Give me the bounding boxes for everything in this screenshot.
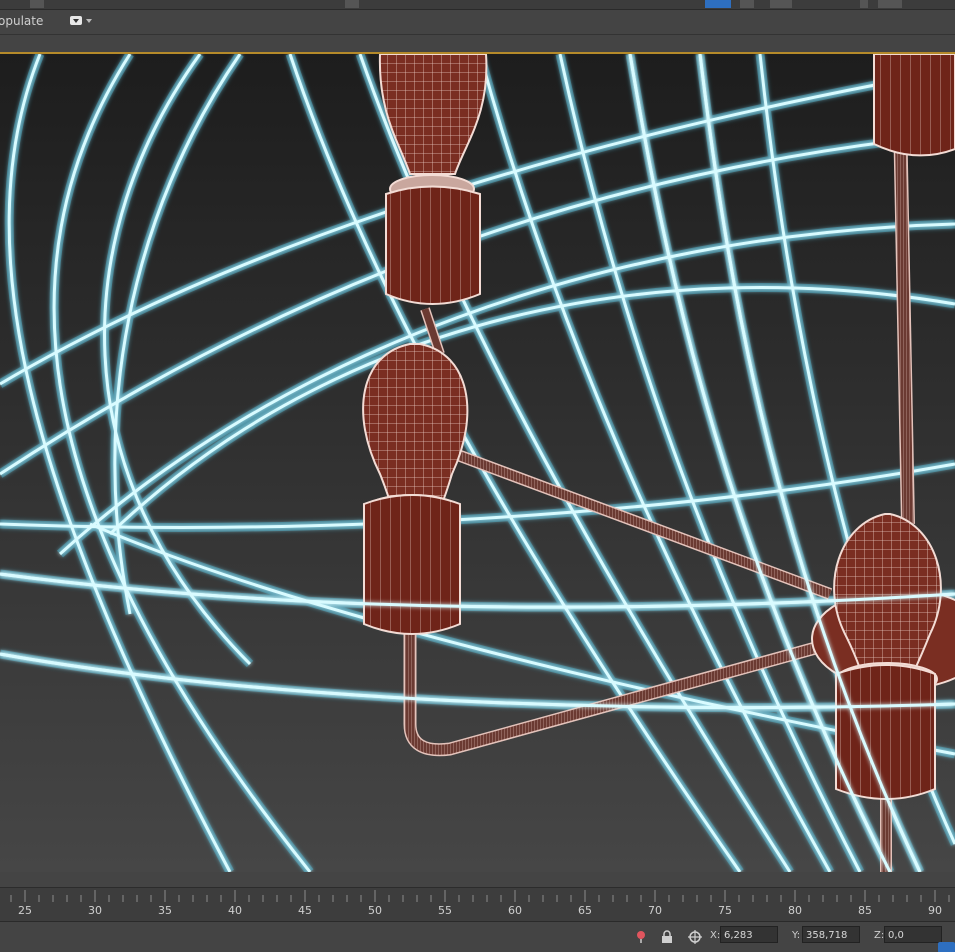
candle-bulb-right-top (873, 54, 955, 157)
status-bar: X: 6,283 Y: 358,718 Z: 0,0 (0, 921, 955, 952)
ruler-ticks (10, 890, 950, 902)
timeline-frame-label: 45 (298, 904, 312, 917)
grid-toggle-button[interactable] (938, 942, 955, 952)
toolbar-button[interactable] (345, 0, 359, 8)
toolbar-button[interactable] (860, 0, 868, 8)
timeline-frame-label: 30 (88, 904, 102, 917)
toolbar-button[interactable] (740, 0, 754, 8)
timeline-frame-label: 70 (648, 904, 662, 917)
timeline-frame-label: 25 (18, 904, 32, 917)
timeline-frame-label: 55 (438, 904, 452, 917)
timeline-ruler[interactable]: 25 30 35 40 45 50 55 60 65 70 75 80 85 90 (0, 887, 955, 922)
timeline-frame-label: 60 (508, 904, 522, 917)
main-toolbar-strip (0, 0, 955, 10)
y-coord-label: Y: (792, 930, 801, 941)
timeline-frame-label: 75 (718, 904, 732, 917)
toolbar-button[interactable] (878, 0, 902, 8)
z-coord-field[interactable]: 0,0 (884, 926, 942, 943)
perspective-viewport[interactable] (0, 52, 955, 872)
x-coord-label: X: (710, 930, 721, 941)
timeline-frame-label: 85 (858, 904, 872, 917)
toolbar-button[interactable] (30, 0, 44, 8)
z-coord-label: Z: (874, 930, 885, 941)
timeline-frame-label: 90 (928, 904, 942, 917)
toolbar-button-active[interactable] (705, 0, 731, 8)
timeline-frame-label: 40 (228, 904, 242, 917)
x-coord-field[interactable]: 6,283 (720, 926, 778, 943)
timeline-frame-label: 65 (578, 904, 592, 917)
timeline-frame-label: 80 (788, 904, 802, 917)
lock-icon[interactable] (660, 930, 674, 944)
dropdown-icon (70, 16, 82, 25)
chevron-down-icon (86, 19, 92, 23)
y-coord-field[interactable]: 358,718 (802, 926, 860, 943)
ribbon-bar: opulate (0, 10, 955, 35)
viewport-scene (0, 54, 955, 872)
absolute-mode-icon[interactable] (688, 930, 702, 944)
timeline-frame-label: 35 (158, 904, 172, 917)
ribbon-dropdown[interactable] (70, 15, 96, 27)
timeline-frame-label: 50 (368, 904, 382, 917)
pin-icon[interactable] (634, 930, 648, 944)
populate-tab-label[interactable]: opulate (0, 14, 43, 28)
toolbar-button[interactable] (770, 0, 792, 8)
